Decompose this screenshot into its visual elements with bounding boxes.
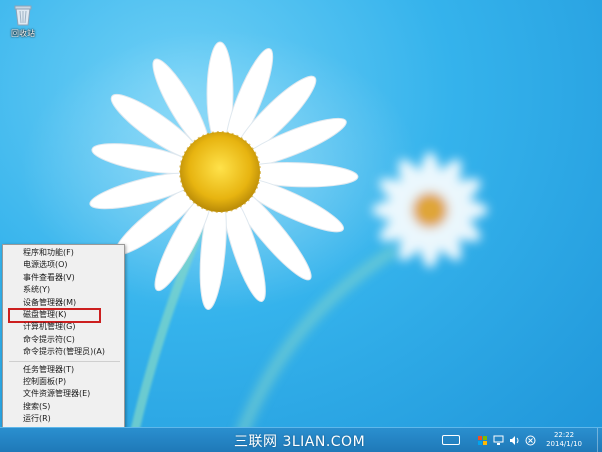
menu-item-system[interactable]: 系统(Y)	[3, 284, 124, 296]
network-icon[interactable]	[492, 434, 504, 446]
flag-icon[interactable]	[476, 434, 488, 446]
menu-item-command-prompt[interactable]: 命令提示符(C)	[3, 334, 124, 346]
menu-item-computer-management[interactable]: 计算机管理(G)	[3, 321, 124, 333]
menu-item-task-manager[interactable]: 任务管理器(T)	[3, 364, 124, 376]
menu-item-file-explorer[interactable]: 文件资源管理器(E)	[3, 388, 124, 400]
menu-item-power-options[interactable]: 电源选项(O)	[3, 259, 124, 271]
clock-time: 22:22	[553, 431, 575, 439]
winx-context-menu: 程序和功能(F) 电源选项(O) 事件查看器(V) 系统(Y) 设备管理器(M) 磁盘管理…	[2, 244, 125, 449]
taskbar: 三联网 3LIAN.COM 22:22 2014/1/10	[0, 427, 602, 452]
menu-item-search[interactable]: 搜索(S)	[3, 401, 124, 413]
menu-item-run[interactable]: 运行(R)	[3, 413, 124, 425]
clock-date: 2014/1/10	[546, 440, 582, 448]
system-tray: 22:22 2014/1/10	[442, 428, 596, 452]
action-center-icon[interactable]	[524, 434, 536, 446]
desktop: 回收站 程序和功能(F) 电源选项(O) 事件查看器(V) 系统(Y) 设备管理器(M)…	[0, 0, 602, 452]
menu-item-control-panel[interactable]: 控制面板(P)	[3, 376, 124, 388]
menu-separator	[9, 360, 120, 362]
recycle-bin-label: 回收站	[11, 29, 35, 38]
watermark-text: 三联网 3LIAN.COM	[234, 434, 366, 450]
menu-item-command-prompt-admin[interactable]: 命令提示符(管理员)(A)	[3, 346, 124, 358]
recycle-bin[interactable]: 回收站	[6, 4, 40, 39]
menu-item-programs-features[interactable]: 程序和功能(F)	[3, 247, 124, 259]
taskbar-clock[interactable]: 22:22 2014/1/10	[546, 431, 582, 449]
show-desktop-button[interactable]	[597, 428, 602, 452]
keyboard-icon[interactable]	[442, 435, 461, 445]
menu-item-disk-management[interactable]: 磁盘管理(K)	[3, 307, 124, 324]
recycle-bin-icon	[14, 4, 32, 26]
volume-icon[interactable]	[508, 434, 520, 446]
menu-item-event-viewer[interactable]: 事件查看器(V)	[3, 272, 124, 284]
